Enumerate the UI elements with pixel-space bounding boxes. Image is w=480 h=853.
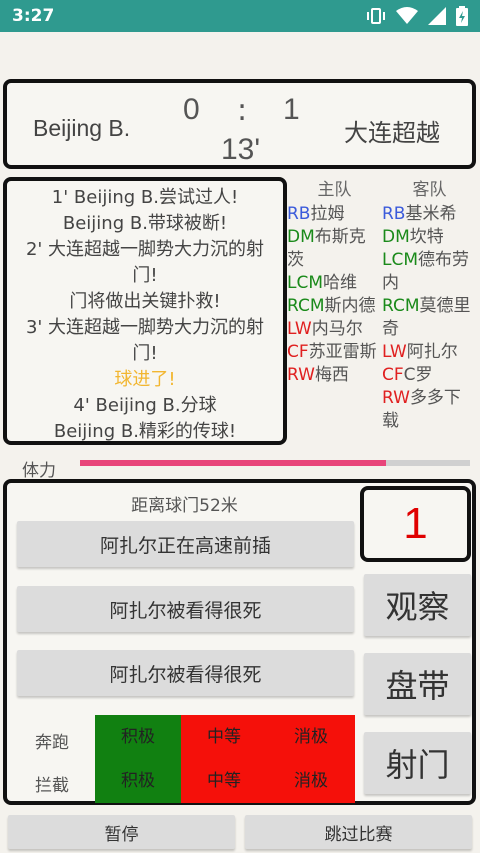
commentary-line: 2' 大连超越一脚势大力沉的射 <box>25 239 265 260</box>
commentary-line: Beijing B.精彩的传球! <box>53 421 237 442</box>
away-player-7: RW多多下载 <box>382 387 477 433</box>
intercept-positive[interactable]: 积极 <box>95 759 181 803</box>
player-position: CF <box>382 365 404 385</box>
match-minute: 13' <box>221 133 261 166</box>
action-counter: 1 <box>360 486 471 562</box>
commentary-log[interactable]: 1' Beijing B.尝试过人! Beijing B.带球被断! 2' 大连… <box>3 177 287 445</box>
intercept-label: 拦截 <box>35 776 69 796</box>
home-player-7: RW梅西 <box>287 364 382 387</box>
intercept-negative[interactable]: 消极 <box>267 759 355 803</box>
home-player-1: RB拉姆 <box>287 203 382 226</box>
home-score: 0 <box>183 93 200 126</box>
player-position: LCM <box>382 250 419 270</box>
commentary-line: 4' Beijing B.分球 <box>73 395 217 416</box>
battery-icon <box>456 6 468 26</box>
scoreboard: Beijing B. 0 : 1 13' 大连超越 <box>3 79 476 169</box>
player-position: RCM <box>287 296 325 316</box>
commentary-line: 门! <box>132 343 158 364</box>
away-player-6: CFC罗 <box>382 364 477 387</box>
home-player-6: CF苏亚雷斯 <box>287 341 382 364</box>
intercept-neutral[interactable]: 中等 <box>181 759 267 803</box>
wifi-icon <box>396 7 418 25</box>
stamina-bar-fill <box>80 460 387 466</box>
commentary-line: 1' Beijing B.尝试过人! <box>51 187 239 208</box>
commentary-line: 门将做出关键扑救! <box>69 291 221 312</box>
home-lineup-header: 主队 <box>317 180 352 200</box>
distance-to-goal: 距离球门52米 <box>131 496 238 516</box>
skip-match-button[interactable]: 跳过比赛 <box>245 815 472 849</box>
run-label: 奔跑 <box>35 733 69 753</box>
player-position: DM <box>287 227 315 247</box>
action-panel: 距离球门52米 阿扎尔正在高速前插 阿扎尔被看得很死 阿扎尔被看得很死 1 观察… <box>3 479 476 805</box>
player-name: 斯内德 <box>324 296 376 316</box>
status-icons <box>366 6 468 26</box>
commentary-line: 门! <box>132 265 158 286</box>
commentary-line: Beijing B.带球被断! <box>62 213 228 234</box>
away-player-1: RB基米希 <box>382 203 477 226</box>
away-team-name: 大连超越 <box>344 119 440 147</box>
away-player-2: DM坎特 <box>382 226 477 249</box>
stamina-bar <box>80 460 470 466</box>
home-player-5: LW内马尔 <box>287 318 382 341</box>
shoot-button[interactable]: 射门 <box>364 732 471 794</box>
away-lineup-header: 客队 <box>412 180 447 200</box>
away-lineup: 客队 RB基米希 DM坎特 LCM德布劳内 RCM莫德里奇 LW阿扎尔 CFC罗 RW多多下… <box>382 177 477 433</box>
player-position: DM <box>382 227 410 247</box>
player-name: 哈维 <box>323 273 358 293</box>
player-name: 苏亚雷斯 <box>308 342 377 362</box>
player-name: 坎特 <box>409 227 444 247</box>
player-position: RW <box>382 388 410 408</box>
commentary-line: 3' 大连超越一脚势大力沉的射 <box>25 317 265 338</box>
home-player-4: RCM斯内德 <box>287 295 382 318</box>
player-name: 梅西 <box>314 365 349 385</box>
status-time: 3:27 <box>12 6 55 26</box>
stamina-label: 体力 <box>22 461 56 481</box>
option-button-2[interactable]: 阿扎尔被看得很死 <box>17 586 354 632</box>
lineup-panel: 主队 RB拉姆 DM布斯克茨 LCM哈维 RCM斯内德 LW内马尔 CF苏亚雷斯 RW梅西 … <box>287 177 477 447</box>
dribble-button[interactable]: 盘带 <box>364 653 471 715</box>
pause-button[interactable]: 暂停 <box>8 815 235 849</box>
commentary-line-goal: 球进了! <box>114 369 176 390</box>
player-position: RB <box>287 204 311 224</box>
home-team-name: Beijing B. <box>33 115 131 141</box>
away-player-3: LCM德布劳内 <box>382 249 477 295</box>
player-position: RB <box>382 204 406 224</box>
run-neutral[interactable]: 中等 <box>181 715 267 759</box>
player-name: 基米希 <box>405 204 457 224</box>
observe-button[interactable]: 观察 <box>364 574 471 636</box>
player-position: LW <box>287 319 312 339</box>
away-score: 1 <box>283 93 300 126</box>
player-position: LW <box>382 342 407 362</box>
player-position: RW <box>287 365 315 385</box>
player-name: 拉姆 <box>310 204 345 224</box>
player-name: 阿扎尔 <box>406 342 458 362</box>
player-position: CF <box>287 342 309 362</box>
away-player-5: LW阿扎尔 <box>382 341 477 364</box>
home-player-2: DM布斯克茨 <box>287 226 382 272</box>
status-bar: 3:27 <box>0 0 480 32</box>
player-position: LCM <box>287 273 324 293</box>
home-lineup: 主队 RB拉姆 DM布斯克茨 LCM哈维 RCM斯内德 LW内马尔 CF苏亚雷斯 RW梅西 <box>287 177 382 387</box>
vibrate-icon <box>366 7 386 25</box>
player-position: RCM <box>382 296 420 316</box>
run-negative[interactable]: 消极 <box>267 715 355 759</box>
home-player-3: LCM哈维 <box>287 272 382 295</box>
option-button-3[interactable]: 阿扎尔被看得很死 <box>17 650 354 696</box>
score-separator: : <box>237 93 248 128</box>
player-name: 内马尔 <box>311 319 363 339</box>
signal-icon <box>428 7 446 25</box>
player-name: C罗 <box>403 365 433 385</box>
run-positive[interactable]: 积极 <box>95 715 181 759</box>
away-player-4: RCM莫德里奇 <box>382 295 477 341</box>
option-button-1[interactable]: 阿扎尔正在高速前插 <box>17 521 354 567</box>
